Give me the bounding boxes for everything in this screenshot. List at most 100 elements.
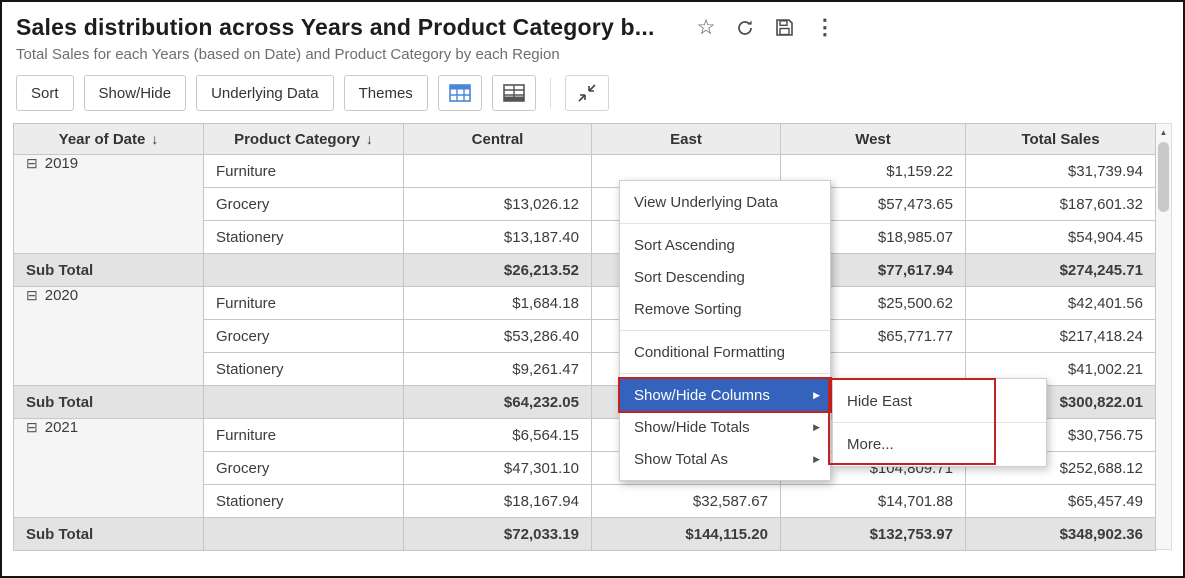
subtotal-row-2019: Sub Total$26,213.52$77,617.94$274,245.71 xyxy=(14,254,1156,287)
toolbar-button-sort[interactable]: Sort xyxy=(16,75,74,111)
menu-item-label: Remove Sorting xyxy=(634,301,742,318)
toolbar-button-themes[interactable]: Themes xyxy=(344,75,428,111)
pivot-table-container: Year of Date↓Product Category↓CentralEas… xyxy=(13,123,1172,551)
category-cell-furniture[interactable]: Furniture xyxy=(204,419,404,452)
refresh-icon[interactable] xyxy=(735,18,755,38)
subtotal-value-cell: $348,902.36 xyxy=(966,518,1156,551)
pivot-table: Year of Date↓Product Category↓CentralEas… xyxy=(13,123,1156,551)
value-cell[interactable]: $47,301.10 xyxy=(404,452,592,485)
column-header-west[interactable]: West xyxy=(781,124,966,155)
value-cell[interactable]: $65,457.49 xyxy=(966,485,1156,518)
menu-item-label: Show Total As xyxy=(634,451,728,468)
value-cell[interactable]: $13,187.40 xyxy=(404,221,592,254)
value-cell[interactable]: $54,904.45 xyxy=(966,221,1156,254)
category-cell-grocery[interactable]: Grocery xyxy=(204,188,404,221)
menu-item-conditional-formatting[interactable]: Conditional Formatting xyxy=(620,336,830,368)
more-options-icon[interactable]: ⋮ xyxy=(814,17,835,38)
toolbar-button-show-hide[interactable]: Show/Hide xyxy=(84,75,187,111)
category-cell-stationery[interactable]: Stationery xyxy=(204,221,404,254)
subtotal-spacer xyxy=(204,518,404,551)
collapse-icon[interactable]: ⊟ xyxy=(26,419,38,435)
table-row: ⊟2020Furniture$1,684.18$25,500.62$42,401… xyxy=(14,287,1156,320)
category-cell-grocery[interactable]: Grocery xyxy=(204,320,404,353)
value-cell[interactable]: $1,684.18 xyxy=(404,287,592,320)
category-cell-stationery[interactable]: Stationery xyxy=(204,485,404,518)
column-header-total-sales[interactable]: Total Sales xyxy=(966,124,1156,155)
submenu-item-hide-east[interactable]: Hide East xyxy=(833,382,1046,420)
subtotal-value-cell: $64,232.05 xyxy=(404,386,592,419)
category-cell-grocery[interactable]: Grocery xyxy=(204,452,404,485)
year-cell-2021[interactable]: ⊟ 2021 xyxy=(14,419,204,518)
menu-item-label: Sort Ascending xyxy=(634,237,735,254)
category-cell-furniture[interactable]: Furniture xyxy=(204,155,404,188)
toolbar-separator xyxy=(550,78,551,108)
year-cell-2020[interactable]: ⊟ 2020 xyxy=(14,287,204,386)
value-cell[interactable]: $32,587.67 xyxy=(592,485,781,518)
value-cell[interactable]: $6,564.15 xyxy=(404,419,592,452)
submenu-arrow-icon: ▶ xyxy=(813,390,820,401)
value-cell[interactable]: $31,739.94 xyxy=(966,155,1156,188)
app-window: Sales distribution across Years and Prod… xyxy=(0,0,1185,578)
collapse-all-icon xyxy=(577,83,597,103)
menu-item-view-underlying-data[interactable]: View Underlying Data xyxy=(620,186,830,218)
column-header-east[interactable]: East xyxy=(592,124,781,155)
show-hide-columns-submenu: Hide East More... xyxy=(832,378,1047,467)
scroll-up-arrow[interactable]: ▲ xyxy=(1156,124,1171,140)
year-label: 2021 xyxy=(45,419,78,436)
value-cell[interactable]: $42,401.56 xyxy=(966,287,1156,320)
column-header-year-of-date[interactable]: Year of Date↓ xyxy=(14,124,204,155)
menu-item-show-total-as[interactable]: Show Total As▶ xyxy=(620,443,830,475)
menu-item-sort-ascending[interactable]: Sort Ascending xyxy=(620,229,830,261)
submenu-item-more[interactable]: More... xyxy=(833,425,1046,463)
value-cell[interactable]: $217,418.24 xyxy=(966,320,1156,353)
value-cell[interactable]: $187,601.32 xyxy=(966,188,1156,221)
pivot-view-button[interactable] xyxy=(438,75,482,111)
menu-item-label: Show/Hide Columns xyxy=(634,387,770,404)
summary-view-icon xyxy=(503,84,525,102)
year-label: 2019 xyxy=(45,155,78,172)
menu-item-label: Sort Descending xyxy=(634,269,745,286)
collapse-all-button[interactable] xyxy=(565,75,609,111)
summary-view-button[interactable] xyxy=(492,75,536,111)
header-actions: ☆ ⋮ xyxy=(697,17,836,38)
year-cell-2019[interactable]: ⊟ 2019 xyxy=(14,155,204,254)
page-title: Sales distribution across Years and Prod… xyxy=(16,14,655,41)
value-cell[interactable]: $53,286.40 xyxy=(404,320,592,353)
menu-item-sort-descending[interactable]: Sort Descending xyxy=(620,261,830,293)
category-cell-stationery[interactable]: Stationery xyxy=(204,353,404,386)
submenu-arrow-icon: ▶ xyxy=(813,422,820,433)
context-menu: View Underlying Data Sort Ascending Sort D… xyxy=(619,180,831,481)
menu-divider xyxy=(620,330,830,331)
column-header-central[interactable]: Central xyxy=(404,124,592,155)
menu-item-show-hide-totals[interactable]: Show/Hide Totals▶ xyxy=(620,411,830,443)
value-cell[interactable]: $9,261.47 xyxy=(404,353,592,386)
sort-desc-icon: ↓ xyxy=(151,131,158,147)
toolbar: Sort Show/HideUnderlying Data Themes xyxy=(2,63,1183,111)
table-row: ⊟2019Furniture$1,159.22$31,739.94 xyxy=(14,155,1156,188)
submenu-item-label: Hide East xyxy=(847,393,912,410)
value-cell[interactable]: $13,026.12 xyxy=(404,188,592,221)
save-icon[interactable] xyxy=(775,18,794,37)
subtotal-label: Sub Total xyxy=(14,386,204,419)
column-header-product-category[interactable]: Product Category↓ xyxy=(204,124,404,155)
pivot-view-icon xyxy=(449,84,471,102)
toolbar-button-underlying-data[interactable]: Underlying Data xyxy=(196,75,334,111)
collapse-icon[interactable]: ⊟ xyxy=(26,287,38,303)
menu-item-remove-sorting[interactable]: Remove Sorting xyxy=(620,293,830,325)
favorite-star-icon[interactable]: ☆ xyxy=(697,17,716,38)
category-cell-furniture[interactable]: Furniture xyxy=(204,287,404,320)
menu-item-label: View Underlying Data xyxy=(634,194,778,211)
menu-item-show-hide-columns[interactable]: Show/Hide Columns ▶ xyxy=(620,379,830,411)
subtotal-value-cell: $26,213.52 xyxy=(404,254,592,287)
menu-divider xyxy=(620,373,830,374)
scroll-thumb[interactable] xyxy=(1158,142,1169,212)
vertical-scrollbar[interactable]: ▲ xyxy=(1156,123,1172,550)
subtotal-row-2021: Sub Total$72,033.19$144,115.20$132,753.9… xyxy=(14,518,1156,551)
collapse-icon[interactable]: ⊟ xyxy=(26,155,38,171)
subtotal-label: Sub Total xyxy=(14,254,204,287)
value-cell[interactable] xyxy=(404,155,592,188)
year-label: 2020 xyxy=(45,287,78,304)
subtotal-value-cell: $144,115.20 xyxy=(592,518,781,551)
value-cell[interactable]: $14,701.88 xyxy=(781,485,966,518)
value-cell[interactable]: $18,167.94 xyxy=(404,485,592,518)
